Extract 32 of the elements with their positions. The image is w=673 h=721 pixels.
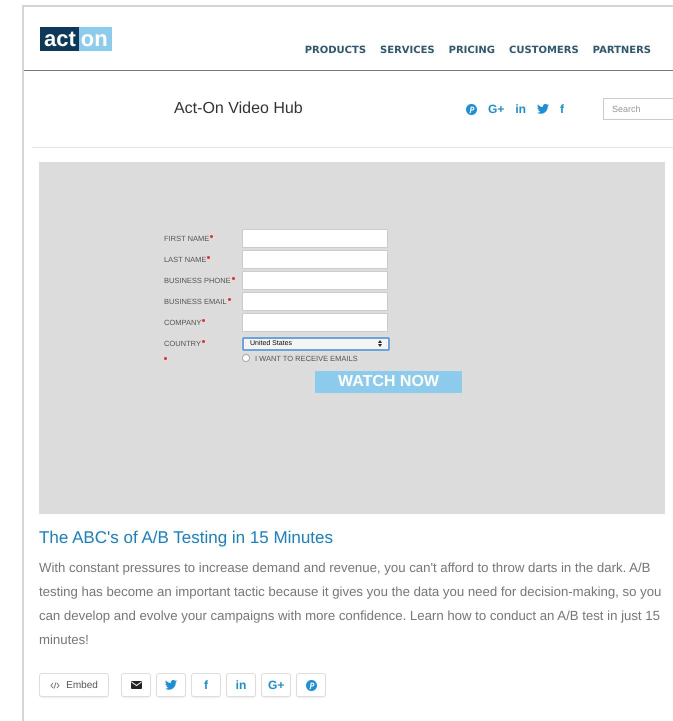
code-icon (50, 682, 60, 688)
nav-link[interactable]: PRODUCTS (304, 45, 366, 56)
nav-link[interactable]: PARTNERS (592, 45, 651, 56)
social-link[interactable] (537, 104, 549, 114)
share-button[interactable]: f (191, 673, 221, 697)
pinterest-icon (306, 680, 317, 690)
nav-link[interactable]: SERVICES (380, 45, 435, 56)
nav-link[interactable]: PRICING (448, 45, 495, 56)
share-button[interactable]: in (226, 673, 256, 697)
social-link[interactable]: G+ (488, 102, 504, 116)
social-link[interactable]: f (560, 102, 564, 116)
video-title: The ABC's of A/B Testing in 15 Minutes (39, 528, 334, 548)
social-link[interactable]: in (515, 102, 526, 116)
text-input[interactable] (242, 292, 388, 311)
pinterest-icon (466, 104, 477, 114)
embed-button[interactable]: Embed (39, 673, 109, 697)
share-button[interactable]: G+ (261, 673, 292, 697)
share-button[interactable] (121, 673, 151, 697)
nav-link[interactable]: CUSTOMERS (509, 45, 579, 56)
twitter-icon (165, 680, 177, 690)
text-input[interactable] (242, 229, 388, 248)
hub-title: Act-On Video Hub (174, 100, 304, 118)
dropdown-arrows-icon (378, 340, 382, 347)
email-icon (130, 681, 142, 689)
text-input[interactable] (242, 271, 388, 290)
text-input[interactable] (242, 313, 388, 332)
search-field[interactable]: Search (603, 98, 673, 120)
text-input[interactable] (242, 250, 388, 269)
video-description: With constant pressures to increase demand and revenue, you can't afford to throw darts in the dark. A/B testing has become an important tactic because it gives you the data you need for decision-making, so you can develop and evolve your campaigns with more confidence. Learn how to conduct an A/B test in just 15 minutes! (39, 559, 662, 649)
email-opt-in-radio[interactable] (242, 354, 250, 362)
social-link[interactable] (466, 104, 477, 114)
twitter-icon (537, 104, 549, 114)
